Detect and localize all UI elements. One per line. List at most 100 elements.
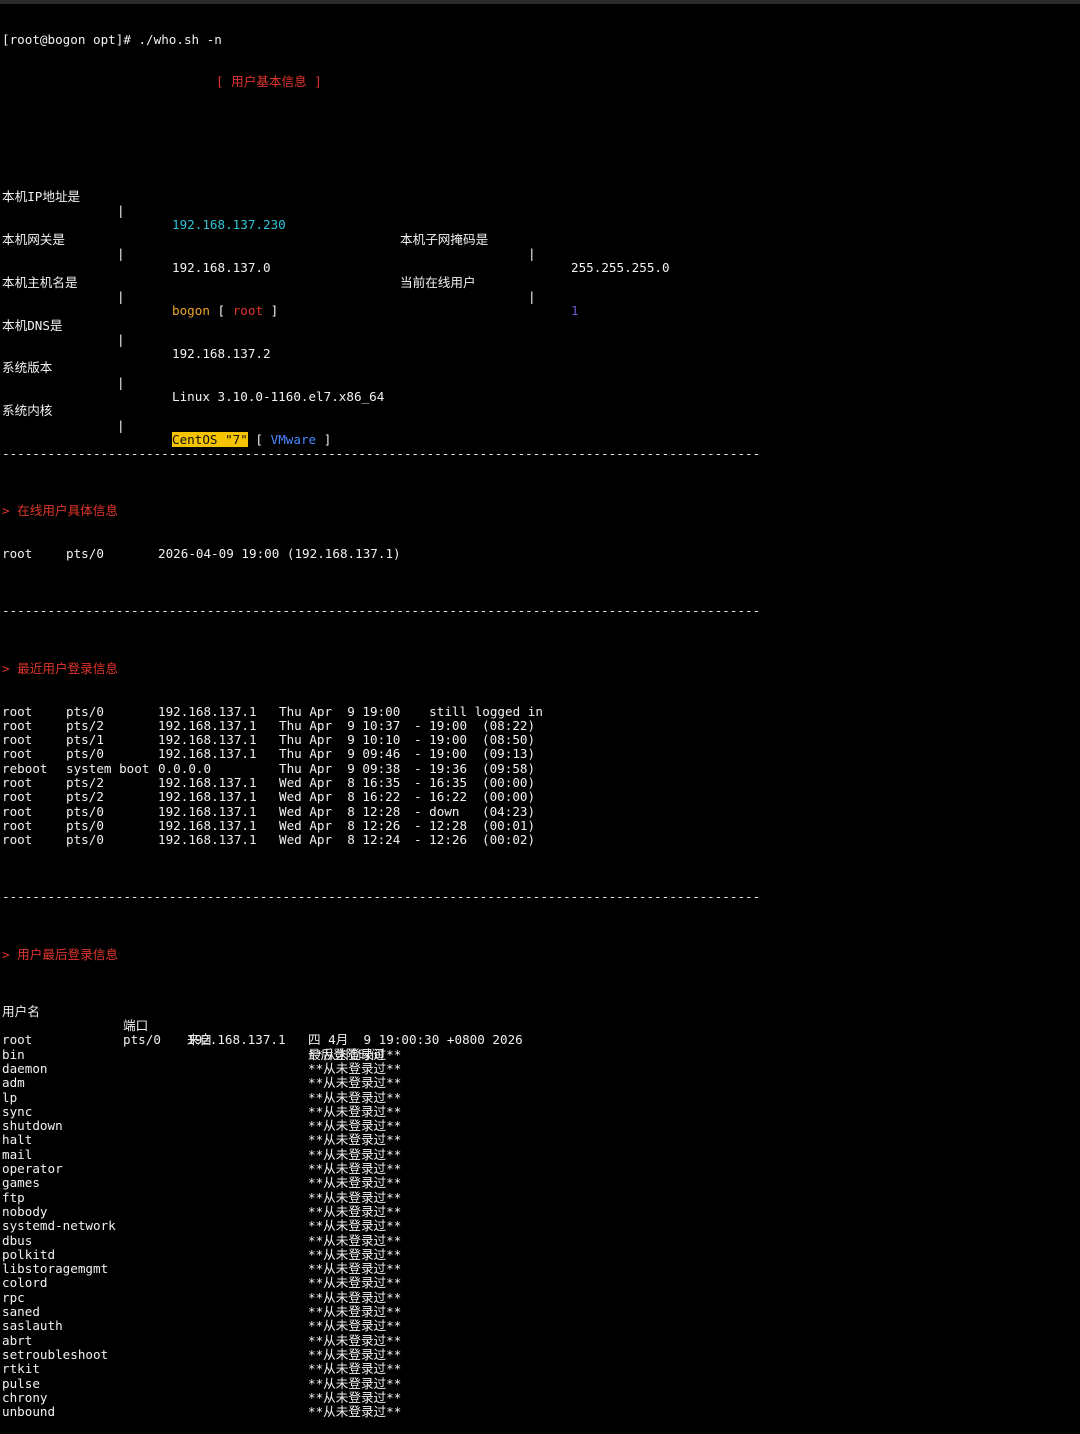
- lastlog-user: daemon: [2, 1060, 48, 1076]
- hostname-label: 本机主机名是: [2, 274, 78, 290]
- recent-date: Wed Apr 8 12:26: [279, 817, 401, 833]
- recent-date: Wed Apr 8 12:28: [279, 803, 401, 819]
- lastlog-user: saslauth: [2, 1318, 63, 1334]
- info-row-kernel: 系统内核 | CentOS "7" [ VMware ]: [2, 390, 1078, 447]
- shell-prompt-line: [root@bogon opt]# ./who.sh -n: [2, 31, 222, 47]
- lastlog-row: dbus **从未登录过**: [2, 1232, 1078, 1248]
- recent-tty: pts/0: [66, 817, 104, 833]
- recent-login-row: root pts/0 192.168.137.1 Wed Apr 8 12:24 - 1…: [2, 832, 1078, 848]
- recent-host: 192.168.137.1: [158, 746, 257, 762]
- lastlog-row: unbound **从未登录过**: [2, 1404, 1078, 1420]
- lastlog-latest: **从未登录过**: [308, 1203, 402, 1219]
- recent-user: root: [2, 732, 33, 748]
- mask-label: 本机子网掩码是: [400, 231, 489, 247]
- recent-tty: pts/0: [66, 803, 104, 819]
- online-user-row: root pts/0 2026-04-09 19:00 (192.168.137.1…: [2, 546, 1078, 562]
- lastlog-row: saslauth **从未登录过**: [2, 1318, 1078, 1334]
- lastlog-row: pulse **从未登录过**: [2, 1375, 1078, 1391]
- lastlog-latest: **从未登录过**: [308, 1175, 402, 1191]
- recent-span: - 19:00: [414, 732, 468, 748]
- pipe-divider: |: [117, 331, 125, 347]
- lastlog-latest: **从未登录过**: [308, 1346, 402, 1362]
- lastlog-user: nobody: [2, 1203, 48, 1219]
- recent-duration: (00:02): [482, 832, 536, 848]
- recent-duration: (00:00): [482, 775, 536, 791]
- recent-date: Wed Apr 8 16:35: [279, 775, 401, 791]
- recent-login-row: root pts/1 192.168.137.1 Thu Apr 9 10:10 - 1…: [2, 732, 1078, 748]
- lastlog-port: pts/0: [123, 1032, 161, 1048]
- recent-host: 192.168.137.1: [158, 775, 257, 791]
- lastlog-list: root pts/0 192.168.137.1 四 4月 9 19:00:30 +0…: [2, 1033, 1078, 1419]
- recent-duration: (09:58): [482, 760, 536, 776]
- recent-host: 0.0.0.0: [158, 760, 212, 776]
- lastlog-row: rtkit **从未登录过**: [2, 1361, 1078, 1377]
- ip-label: 本机IP地址是: [2, 188, 81, 204]
- lastlog-user: halt: [2, 1132, 33, 1148]
- gateway-label: 本机网关是: [2, 231, 65, 247]
- recent-duration: (08:22): [482, 717, 536, 733]
- lastlog-latest: 四 4月 9 19:00:30 +0800 2026: [308, 1032, 523, 1048]
- info-row-version: 系统版本 | Linux 3.10.0-1160.el7.x86_64: [2, 347, 1078, 404]
- lastlog-user: ftp: [2, 1189, 25, 1205]
- lastlog-user: rpc: [2, 1289, 25, 1305]
- online-section-title: > 在线用户具体信息: [2, 503, 118, 519]
- recent-duration: (00:00): [482, 789, 536, 805]
- recent-duration: (04:23): [482, 803, 536, 819]
- lastlog-user: sync: [2, 1103, 33, 1119]
- recent-span: - 12:26: [414, 832, 468, 848]
- recent-user: root: [2, 703, 33, 719]
- online-user-tty: pts/0: [66, 546, 104, 562]
- online-user-info: 2026-04-09 19:00 (192.168.137.1): [158, 546, 401, 562]
- lastlog-latest: **从未登录过**: [308, 1089, 402, 1105]
- lastlog-user: dbus: [2, 1232, 33, 1248]
- lastlog-latest: **从未登录过**: [308, 1289, 402, 1305]
- lastlog-row: adm **从未登录过**: [2, 1075, 1078, 1091]
- lastlog-user: lp: [2, 1089, 18, 1105]
- recent-span: still logged in: [414, 703, 543, 719]
- lastlog-user: adm: [2, 1075, 25, 1091]
- recent-host: 192.168.137.1: [158, 717, 257, 733]
- header-user: 用户名: [2, 1003, 40, 1019]
- lastlog-user: saned: [2, 1304, 40, 1320]
- lastlog-latest: **从未登录过**: [308, 1404, 402, 1420]
- recent-span: - 16:22: [414, 789, 468, 805]
- recent-user: root: [2, 775, 33, 791]
- lastlog-user: root: [2, 1032, 33, 1048]
- recent-span: - 19:00: [414, 746, 468, 762]
- recent-duration: (00:01): [482, 817, 536, 833]
- lastlog-user: operator: [2, 1161, 63, 1177]
- lastlog-row: daemon **从未登录过**: [2, 1060, 1078, 1076]
- bracket-open: [: [255, 431, 264, 447]
- lastlog-user: polkitd: [2, 1246, 56, 1262]
- lastlog-latest: **从未登录过**: [308, 1146, 402, 1162]
- recent-duration: (08:50): [482, 732, 536, 748]
- lastlog-latest: **从未登录过**: [308, 1389, 402, 1405]
- lastlog-latest: **从未登录过**: [308, 1246, 402, 1262]
- info-row-dns: 本机DNS是 | 192.168.137.2: [2, 304, 1078, 361]
- kernel-label: 系统内核: [2, 403, 53, 419]
- separator-text: ----------------------------------------…: [2, 889, 761, 905]
- recent-host: 192.168.137.1: [158, 703, 257, 719]
- terminal-output[interactable]: [root@bogon opt]# ./who.sh -n [ 用户基本信息 ]…: [2, 4, 1078, 1434]
- lastlog-latest: **从未登录过**: [308, 1304, 402, 1320]
- lastlog-row: abrt **从未登录过**: [2, 1333, 1078, 1348]
- pipe-divider: |: [117, 203, 125, 219]
- lastlog-row: lp **从未登录过**: [2, 1089, 1078, 1105]
- lastlog-row: root pts/0 192.168.137.1 四 4月 9 19:00:30 +0…: [2, 1032, 1078, 1048]
- recent-host: 192.168.137.1: [158, 832, 257, 848]
- recent-user: root: [2, 803, 33, 819]
- lastlog-row: mail **从未登录过**: [2, 1146, 1078, 1162]
- info-row-gateway: 本机网关是 | 192.168.137.0 当前在线用户 | 1: [2, 218, 1078, 318]
- lastlog-row: halt **从未登录过**: [2, 1132, 1078, 1148]
- lastlog-row: bin **从未登录过**: [2, 1047, 1078, 1062]
- lastlog-latest: **从未登录过**: [308, 1275, 402, 1291]
- lastlog-latest: **从未登录过**: [308, 1361, 402, 1377]
- lastlog-user: colord: [2, 1275, 48, 1291]
- lastlog-row: games **从未登录过**: [2, 1175, 1078, 1191]
- kernel-os-badge: CentOS "7": [172, 431, 248, 447]
- lastlog-latest: **从未登录过**: [308, 1375, 402, 1391]
- pipe-divider: |: [528, 246, 536, 262]
- lastlog-row: ftp **从未登录过**: [2, 1189, 1078, 1205]
- recent-date: Thu Apr 9 10:10: [279, 732, 401, 748]
